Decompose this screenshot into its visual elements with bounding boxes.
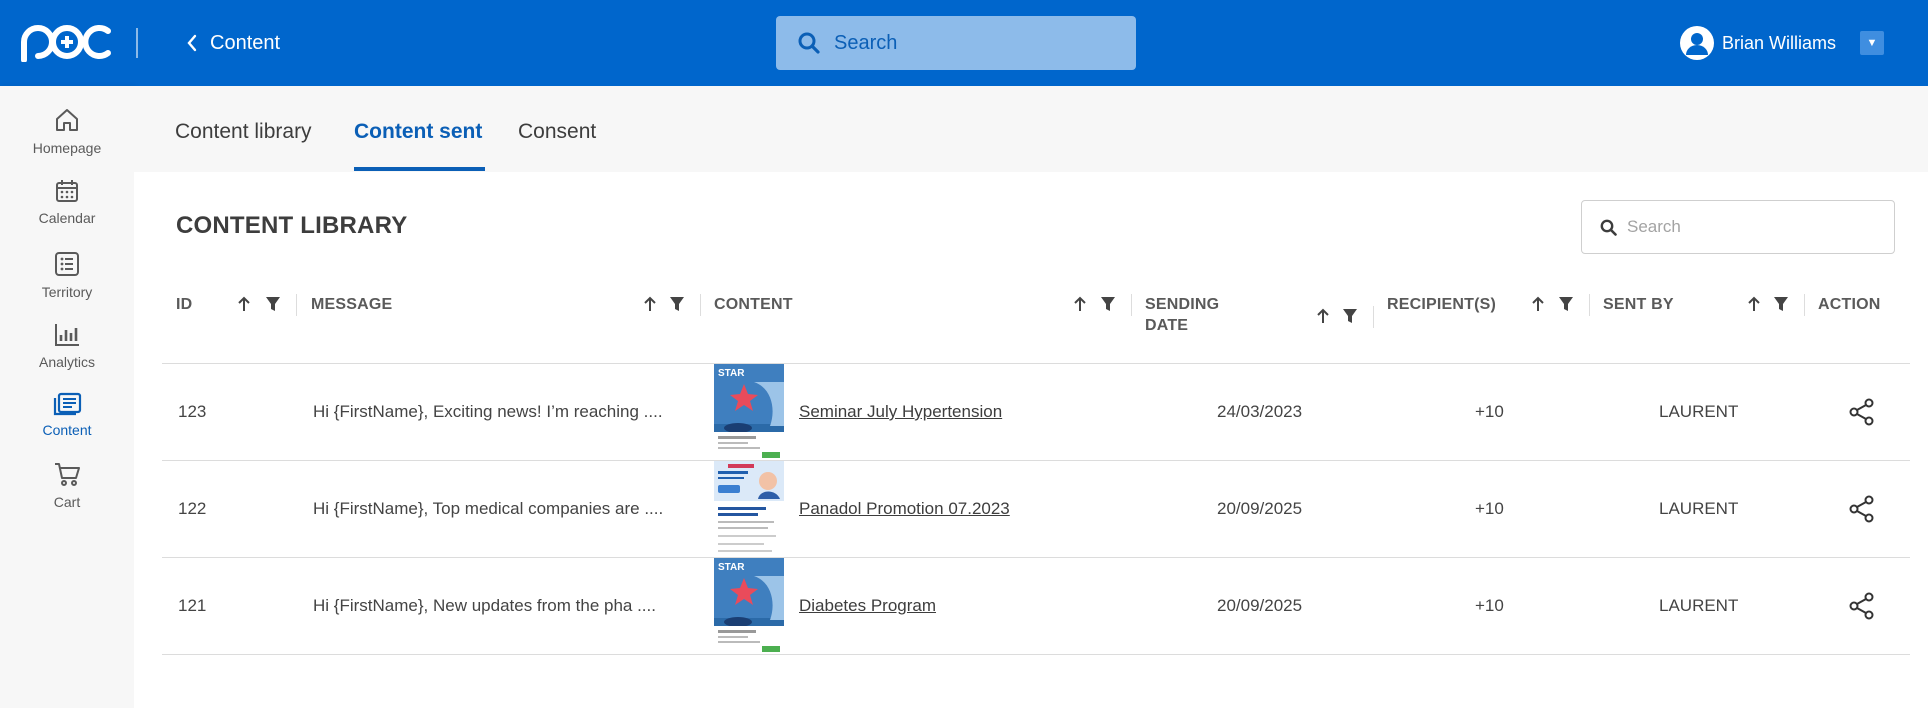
sidebar-item-analytics[interactable]: Analytics xyxy=(0,322,134,370)
home-icon xyxy=(56,109,78,131)
column-header-message: MESSAGE xyxy=(311,296,393,313)
column-divider xyxy=(1373,306,1374,328)
sort-arrow-icon[interactable] xyxy=(1073,295,1087,313)
sort-arrow-icon[interactable] xyxy=(1316,307,1330,325)
tab-consent[interactable]: Consent xyxy=(518,120,596,144)
column-header-sent-by: SENT BY xyxy=(1603,296,1674,313)
sidebar-item-calendar[interactable]: Calendar xyxy=(0,178,134,226)
filter-icon[interactable] xyxy=(265,296,281,312)
active-tab-indicator xyxy=(354,167,485,171)
tab-content-sent[interactable]: Content sent xyxy=(354,120,482,144)
column-divider xyxy=(1804,294,1805,316)
top-bar: Content Brian Williams ▼ xyxy=(0,0,1928,86)
caret-down-icon: ▼ xyxy=(1866,37,1878,49)
sidebar-item-label: Territory xyxy=(41,284,93,300)
filter-icon[interactable] xyxy=(669,296,685,312)
column-divider xyxy=(1589,294,1590,316)
sidebar-item-content[interactable]: Content xyxy=(0,392,134,438)
poc-logo[interactable] xyxy=(20,22,114,62)
sidebar-item-label: Analytics xyxy=(38,354,96,370)
sidebar-item-territory[interactable]: Territory xyxy=(0,250,134,300)
row-message: Hi {FirstName}, Top medical companies ar… xyxy=(313,499,664,518)
back-label: Content xyxy=(210,31,281,54)
svg-text:STAR: STAR xyxy=(718,562,745,573)
tab-content-library[interactable]: Content library xyxy=(175,120,312,144)
sort-arrow-icon[interactable] xyxy=(643,295,657,313)
table-search-input[interactable] xyxy=(1627,217,1887,237)
sort-arrow-icon[interactable] xyxy=(1531,295,1545,313)
user-dropdown-button[interactable]: ▼ xyxy=(1860,31,1884,55)
row-id: 121 xyxy=(178,596,207,615)
row-message: Hi {FirstName}, Exciting news! I’m reach… xyxy=(313,402,663,421)
row-divider xyxy=(162,654,1910,655)
user-name: Brian Williams xyxy=(1722,32,1837,53)
filter-icon[interactable] xyxy=(1773,296,1789,312)
logo-divider xyxy=(136,28,138,58)
sidebar: Homepage Calendar Territory Analytics Co… xyxy=(0,86,134,708)
global-search[interactable] xyxy=(776,16,1136,70)
chevron-left-icon xyxy=(187,34,197,52)
column-header-content: CONTENT xyxy=(714,296,793,313)
content-thumbnail[interactable] xyxy=(714,461,784,557)
row-divider xyxy=(162,363,1910,364)
filter-icon[interactable] xyxy=(1558,296,1574,312)
content-thumbnail[interactable]: STAR xyxy=(714,364,784,460)
share-icon[interactable] xyxy=(1849,398,1875,426)
column-header-sending-date: SENDING DATE xyxy=(1145,296,1220,334)
cart-icon xyxy=(55,463,80,486)
row-id: 123 xyxy=(178,402,207,421)
row-sending-date: 20/09/2025 xyxy=(1217,499,1303,518)
sidebar-item-label: Calendar xyxy=(38,210,96,226)
row-recipients[interactable]: +10 xyxy=(1475,596,1504,616)
tab-bar: Content library Content sent Consent xyxy=(134,86,1928,172)
sidebar-item-homepage[interactable]: Homepage xyxy=(0,106,134,156)
table-search[interactable] xyxy=(1581,200,1895,254)
sort-arrow-icon[interactable] xyxy=(1747,295,1761,313)
row-sent-by: LAURENT xyxy=(1659,596,1739,615)
sidebar-item-label: Content xyxy=(42,422,92,438)
column-divider xyxy=(700,294,701,316)
content-thumbnail[interactable]: STAR xyxy=(714,558,784,654)
row-recipients[interactable]: +10 xyxy=(1475,402,1504,422)
user-icon xyxy=(1686,33,1708,55)
column-header-id: ID xyxy=(176,296,193,313)
content-link[interactable]: Diabetes Program xyxy=(799,596,936,616)
filter-icon[interactable] xyxy=(1100,296,1116,312)
avatar xyxy=(1680,26,1714,60)
row-id: 122 xyxy=(178,499,207,518)
column-header-recipients: RECIPIENT(S) xyxy=(1387,296,1497,313)
user-menu[interactable]: Brian Williams xyxy=(1680,26,1836,60)
share-icon[interactable] xyxy=(1849,495,1875,523)
calendar-icon xyxy=(56,180,78,202)
back-button[interactable]: Content xyxy=(186,28,280,58)
list-icon xyxy=(55,252,79,276)
row-divider xyxy=(162,557,1910,558)
page-title: CONTENT LIBRARY xyxy=(176,212,408,239)
row-sent-by: LAURENT xyxy=(1659,402,1739,421)
sidebar-item-cart[interactable]: Cart xyxy=(0,460,134,510)
share-icon[interactable] xyxy=(1849,592,1875,620)
content-icon xyxy=(53,392,82,416)
sidebar-item-label: Cart xyxy=(53,494,81,510)
filter-icon[interactable] xyxy=(1342,308,1358,324)
column-divider xyxy=(296,294,297,316)
global-search-input[interactable] xyxy=(834,31,1104,55)
column-divider xyxy=(1131,294,1132,316)
content-link[interactable]: Seminar July Hypertension xyxy=(799,402,1002,422)
row-message: Hi {FirstName}, New updates from the pha… xyxy=(313,596,656,615)
row-sending-date: 24/03/2023 xyxy=(1217,402,1303,421)
content-link[interactable]: Panadol Promotion 07.2023 xyxy=(799,499,1010,519)
search-icon xyxy=(1600,219,1617,236)
svg-text:STAR: STAR xyxy=(718,368,745,379)
column-header-action: ACTION xyxy=(1818,296,1881,313)
search-icon xyxy=(798,32,820,54)
bar-chart-icon xyxy=(55,324,79,346)
row-sending-date: 20/09/2025 xyxy=(1217,596,1303,615)
row-divider xyxy=(162,460,1910,461)
sidebar-item-label: Homepage xyxy=(32,140,102,156)
row-recipients[interactable]: +10 xyxy=(1475,499,1504,519)
row-sent-by: LAURENT xyxy=(1659,499,1739,518)
sort-arrow-icon[interactable] xyxy=(237,295,251,313)
